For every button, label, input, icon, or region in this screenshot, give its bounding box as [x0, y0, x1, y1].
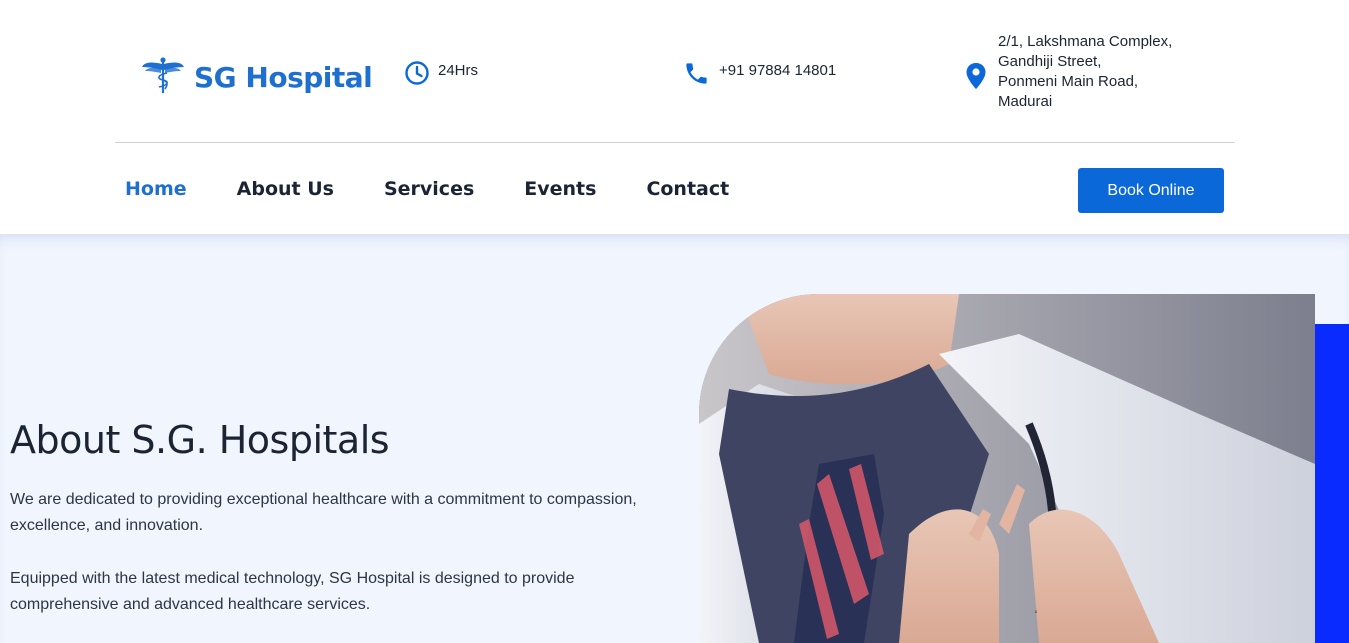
site-header: SG Hospital 24Hrs +91 97884 14801 2/1, L… [0, 0, 1349, 234]
site-logo[interactable]: SG Hospital [141, 55, 373, 100]
technology-paragraph: Equipped with the latest medical technol… [10, 570, 575, 613]
map-pin-icon [965, 62, 987, 90]
nav-about-us[interactable]: About Us [237, 178, 334, 200]
nav-events[interactable]: Events [524, 178, 596, 200]
about-hero: About S.G. Hospitals We are dedicated to… [0, 234, 1349, 643]
hours-text: 24Hrs [438, 61, 479, 79]
phone-icon [683, 60, 710, 87]
address-line: Ponmeni Main Road, [998, 73, 1139, 90]
doctor-photo [699, 294, 1315, 643]
nav-home[interactable]: Home [125, 178, 187, 200]
page-title: About S.G. Hospitals [10, 418, 390, 462]
header-divider [115, 142, 1235, 143]
address-line: Madurai [998, 93, 1053, 110]
address-info: 2/1, Lakshmana Complex, Gandhiji Street,… [965, 32, 1172, 112]
brand-name: SG Hospital [194, 61, 373, 94]
address-text: 2/1, Lakshmana Complex, Gandhiji Street,… [998, 32, 1172, 112]
address-line: 2/1, Lakshmana Complex, [998, 33, 1173, 50]
intro-paragraph: We are dedicated to providing exceptiona… [10, 491, 637, 534]
hours-info: 24Hrs [404, 60, 478, 86]
address-line: Gandhiji Street, [998, 53, 1102, 70]
main-nav: Home About Us Services Events Contact [125, 178, 779, 200]
accent-bar [1315, 324, 1349, 643]
caduceus-icon [141, 55, 185, 100]
phone-info[interactable]: +91 97884 14801 [683, 60, 836, 87]
nav-contact[interactable]: Contact [646, 178, 729, 200]
clock-icon [404, 60, 430, 86]
nav-services[interactable]: Services [384, 178, 474, 200]
book-online-button[interactable]: Book Online [1078, 168, 1224, 213]
phone-number[interactable]: +91 97884 14801 [719, 62, 836, 79]
